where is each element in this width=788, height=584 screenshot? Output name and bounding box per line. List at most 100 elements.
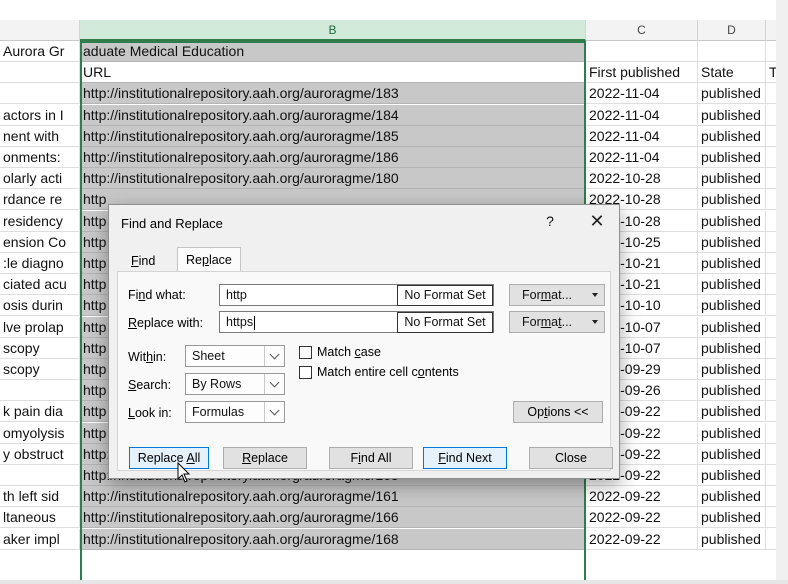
cell-e[interactable] bbox=[766, 317, 776, 338]
cell-e[interactable] bbox=[766, 529, 776, 550]
cell-c[interactable]: 2022-11-04 bbox=[586, 126, 698, 147]
cell-b[interactable]: http://institutionalrepository.aah.org/a… bbox=[80, 105, 586, 126]
cell-d[interactable] bbox=[698, 41, 766, 62]
cell-d[interactable]: published bbox=[698, 189, 766, 210]
cell-e[interactable] bbox=[766, 401, 776, 422]
cell-e[interactable] bbox=[766, 147, 776, 168]
cell-a[interactable]: th left sid bbox=[0, 486, 80, 507]
cell-e[interactable] bbox=[766, 295, 776, 316]
cell-e[interactable] bbox=[766, 211, 776, 232]
replace-format-button[interactable]: Format... bbox=[509, 311, 605, 333]
cell-b[interactable]: aduate Medical Education bbox=[80, 41, 586, 62]
cell-c[interactable]: 2022-11-04 bbox=[586, 147, 698, 168]
cell-a[interactable]: nent with bbox=[0, 126, 80, 147]
cell-d[interactable]: State bbox=[698, 62, 766, 83]
cell-e[interactable] bbox=[766, 380, 776, 401]
cell-d[interactable]: published bbox=[698, 317, 766, 338]
cell-e[interactable] bbox=[766, 168, 776, 189]
column-header-b[interactable]: B bbox=[80, 20, 586, 41]
cell-d[interactable]: published bbox=[698, 83, 766, 104]
cell-c[interactable] bbox=[586, 41, 698, 62]
column-header-d[interactable]: D bbox=[698, 20, 766, 41]
cell-d[interactable]: published bbox=[698, 380, 766, 401]
tab-find[interactable]: Find bbox=[123, 251, 163, 272]
cell-e[interactable] bbox=[766, 189, 776, 210]
find-all-button[interactable]: Find All bbox=[329, 447, 413, 469]
cell-c[interactable]: 2022-09-22 bbox=[586, 507, 698, 528]
cell-b[interactable]: http://institutionalrepository.aah.org/a… bbox=[80, 126, 586, 147]
replace-button[interactable]: Replace bbox=[223, 447, 307, 469]
look-in-select[interactable]: Formulas bbox=[185, 401, 285, 423]
cell-d[interactable]: published bbox=[698, 444, 766, 465]
cell-a[interactable]: ltaneous bbox=[0, 507, 80, 528]
cell-c[interactable]: 2022-11-04 bbox=[586, 83, 698, 104]
column-header-e[interactable] bbox=[766, 20, 776, 41]
cell-d[interactable]: published bbox=[698, 168, 766, 189]
cell-d[interactable]: published bbox=[698, 232, 766, 253]
cell-d[interactable]: published bbox=[698, 253, 766, 274]
cell-b[interactable]: http://institutionalrepository.aah.org/a… bbox=[80, 147, 586, 168]
cell-a[interactable]: actors in I bbox=[0, 105, 80, 126]
cell-e[interactable] bbox=[766, 359, 776, 380]
cell-c[interactable]: 2022-11-04 bbox=[586, 105, 698, 126]
cell-a[interactable]: omyolysis bbox=[0, 423, 80, 444]
cell-d[interactable]: published bbox=[698, 147, 766, 168]
cell-d[interactable]: published bbox=[698, 105, 766, 126]
cell-c[interactable]: First published bbox=[586, 62, 698, 83]
cell-a[interactable]: :le diagno bbox=[0, 253, 80, 274]
cell-d[interactable]: published bbox=[698, 401, 766, 422]
close-icon[interactable]: ✕ bbox=[585, 210, 609, 232]
cell-b[interactable]: http://institutionalrepository.aah.org/a… bbox=[80, 168, 586, 189]
cell-d[interactable]: published bbox=[698, 126, 766, 147]
cell-d[interactable]: published bbox=[698, 338, 766, 359]
cell-a[interactable]: k pain dia bbox=[0, 401, 80, 422]
cell-d[interactable]: published bbox=[698, 295, 766, 316]
cell-d[interactable]: published bbox=[698, 211, 766, 232]
cell-a[interactable] bbox=[0, 380, 80, 401]
cell-a[interactable]: scopy bbox=[0, 359, 80, 380]
column-header-a[interactable] bbox=[0, 20, 80, 41]
cell-a[interactable]: y obstruct bbox=[0, 444, 80, 465]
close-button[interactable]: Close bbox=[529, 447, 613, 469]
help-button[interactable]: ? bbox=[541, 213, 559, 229]
cell-a[interactable]: osis durin bbox=[0, 295, 80, 316]
replace-all-button[interactable]: Replace All bbox=[129, 447, 209, 469]
cell-e[interactable] bbox=[766, 465, 776, 486]
cell-a[interactable]: rdance re bbox=[0, 189, 80, 210]
cell-e[interactable] bbox=[766, 83, 776, 104]
cell-b[interactable]: URL bbox=[80, 62, 586, 83]
cell-d[interactable]: published bbox=[698, 359, 766, 380]
cell-e[interactable] bbox=[766, 126, 776, 147]
match-entire-label[interactable]: Match entire cell contents bbox=[317, 365, 459, 379]
cell-e[interactable] bbox=[766, 444, 776, 465]
search-select[interactable]: By Rows bbox=[185, 373, 285, 395]
cell-a[interactable]: ciated acu bbox=[0, 274, 80, 295]
cell-e[interactable]: To bbox=[766, 62, 776, 83]
cell-d[interactable]: published bbox=[698, 529, 766, 550]
options-button[interactable]: Options << bbox=[513, 401, 603, 423]
cell-a[interactable]: residency bbox=[0, 211, 80, 232]
column-header-c[interactable]: C bbox=[586, 20, 698, 41]
cell-a[interactable]: lve prolap bbox=[0, 317, 80, 338]
cell-e[interactable] bbox=[766, 253, 776, 274]
cell-d[interactable]: published bbox=[698, 486, 766, 507]
cell-b[interactable]: http://institutionalrepository.aah.org/a… bbox=[80, 486, 586, 507]
cell-b[interactable]: http://institutionalrepository.aah.org/a… bbox=[80, 529, 586, 550]
cell-e[interactable] bbox=[766, 486, 776, 507]
cell-e[interactable] bbox=[766, 274, 776, 295]
cell-d[interactable]: published bbox=[698, 274, 766, 295]
cell-a[interactable] bbox=[0, 83, 80, 104]
cell-c[interactable]: 2022-09-22 bbox=[586, 529, 698, 550]
match-case-label[interactable]: Match case bbox=[317, 345, 381, 359]
cell-e[interactable] bbox=[766, 507, 776, 528]
cell-a[interactable] bbox=[0, 62, 80, 83]
cell-e[interactable] bbox=[766, 338, 776, 359]
find-format-button[interactable]: Format... bbox=[509, 284, 605, 306]
cell-a[interactable]: onments: bbox=[0, 147, 80, 168]
tab-replace[interactable]: Replace bbox=[177, 247, 241, 272]
cell-a[interactable]: scopy bbox=[0, 338, 80, 359]
cell-e[interactable] bbox=[766, 41, 776, 62]
cell-a[interactable]: ension Co bbox=[0, 232, 80, 253]
cell-c[interactable]: 2022-10-28 bbox=[586, 168, 698, 189]
cell-e[interactable] bbox=[766, 105, 776, 126]
